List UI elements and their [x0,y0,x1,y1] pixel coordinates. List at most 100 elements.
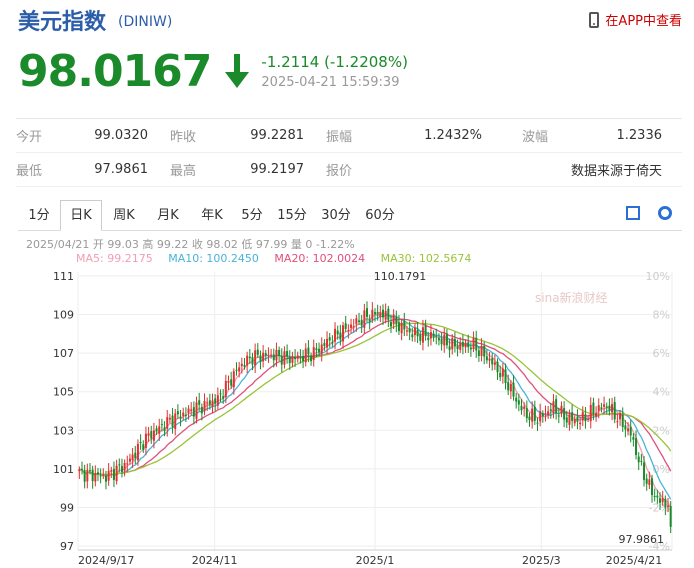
candle-body [94,473,97,482]
candle-body [376,311,379,315]
candle-body [190,409,193,411]
candle-body [166,417,169,429]
price-change: -1.2114 (-1.2208%) [261,53,408,71]
tab-30min[interactable]: 30分 [314,201,358,230]
candle-body [640,460,643,462]
candle-body [565,417,568,423]
tab-5min[interactable]: 5分 [234,201,270,230]
candle-body [389,322,392,327]
stats-table: 今开 99.0320 昨收 99.2281 振幅 1.2432% 波幅 1.23… [16,118,682,187]
tab-yearly-k[interactable]: 年K [190,201,234,230]
candle-body [613,402,616,420]
candle-body [440,339,443,345]
candle-body [589,404,592,422]
candle-body [275,349,278,361]
candle-body [368,319,371,322]
change-block: -1.2114 (-1.2208%) 2025-04-21 15:59:39 [261,53,408,90]
candle-body [331,342,334,344]
candle-body [126,463,129,465]
candle-body [536,422,539,424]
candle-body [525,408,528,419]
page-title: 美元指数 [18,10,107,35]
candle-body [307,347,310,355]
candle-body [131,454,134,461]
candle-body [248,356,251,359]
tab-1min[interactable]: 1分 [18,201,60,230]
candle-body [595,412,598,417]
candle-body [605,406,608,408]
kline-chart[interactable]: 111 10%109 8%107 6%105 4%103 2%101 0%99 -2%97 -4… [0,262,694,568]
candle-body [400,322,403,334]
header: 美元指数 (DINIW) 在APP中查看 [18,4,682,36]
candle-body [603,404,606,407]
candle-body [323,343,326,346]
current-price: 98.0167 [18,46,212,97]
candle-body [256,349,259,355]
candle-body [576,416,579,422]
period-tabs: 1分 日K 周K 月K 年K 5分 15分 30分 60分 [18,200,682,231]
candle-body [334,328,337,342]
candle-body [216,395,219,406]
gear-icon[interactable] [658,206,672,220]
candle-body [467,342,470,348]
stat-label: 振幅 [326,130,353,145]
open-in-app-label: 在APP中查看 [605,14,682,29]
candle-body [512,382,515,397]
candle-body [528,416,531,421]
candle-body [155,428,158,432]
down-arrow-icon [225,50,250,94]
candle-body [432,333,435,338]
candle-body [302,356,305,362]
candle-body [403,320,406,330]
open-in-app-link[interactable]: 在APP中查看 [589,10,682,29]
candle-body [78,469,81,472]
candle-body [88,470,91,472]
candle-body [203,401,206,412]
y-right-tick-label: 4% [653,386,670,399]
tab-monthly-k[interactable]: 月K [146,201,190,230]
candle-body [355,318,358,325]
tab-weekly-k[interactable]: 周K [102,201,146,230]
candle-body [350,324,353,328]
candle-body [621,414,624,428]
candle-body [464,342,467,348]
candle-body [555,399,558,414]
candle-body [456,345,459,350]
candle-body [664,498,667,508]
candle-body [573,418,576,424]
candle-body [387,308,390,320]
candle-body [549,409,552,412]
candle-body [128,458,131,462]
candle-body [163,427,166,432]
candle-body [182,412,185,417]
candle-body [600,407,603,409]
candle-body [435,336,438,338]
fullscreen-icon[interactable] [626,206,640,220]
candle-body [187,408,190,413]
candle-body [198,400,201,405]
candle-body [328,337,331,341]
y-right-tick-label: 10% [646,270,670,283]
stat-value: 99.2281 [250,128,304,143]
tab-15min[interactable]: 15分 [270,201,314,230]
candle-body [507,382,510,391]
kline-info: 2025/04/21 开 99.03 高 99.22 收 98.02 低 97.… [26,238,355,251]
candle-body [219,393,222,395]
candle-body [283,351,286,365]
stat-label: 今开 [16,130,43,145]
candle-body [123,462,126,471]
tab-daily-k[interactable]: 日K [60,200,102,231]
candle-body [243,365,246,367]
candle-body [643,462,646,480]
candle-body [366,308,369,317]
candle-body [499,372,502,378]
candle-body [648,479,651,485]
tab-60min[interactable]: 60分 [358,201,402,230]
candle-body [395,316,398,325]
candle-body [397,322,400,332]
candle-body [363,310,366,328]
candle-body [504,369,507,384]
candle-body [120,466,123,472]
candle-body [214,398,217,404]
candle-body [531,408,534,422]
